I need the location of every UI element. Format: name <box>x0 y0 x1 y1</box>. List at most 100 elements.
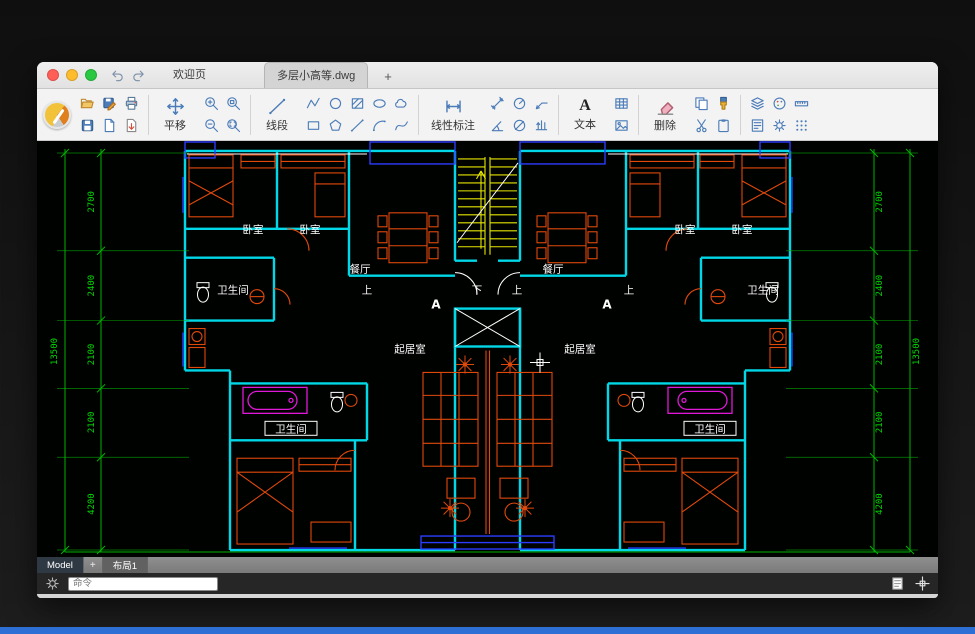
erase-label: 删除 <box>654 117 676 133</box>
zoom-button[interactable] <box>85 69 97 81</box>
dim-radius-button[interactable] <box>509 93 530 114</box>
copy-button[interactable] <box>691 93 712 114</box>
paper-icon <box>890 576 905 591</box>
paper-icon <box>890 576 905 591</box>
line-button[interactable] <box>347 115 368 136</box>
tab-drawing[interactable]: 多层小高等.dwg <box>264 62 368 88</box>
linear-dimension-button[interactable]: 线性标注 <box>425 94 481 136</box>
separator <box>638 95 639 135</box>
svg-text:卧室: 卧室 <box>243 223 264 236</box>
measure-button[interactable] <box>791 93 812 114</box>
dimension-group <box>487 93 552 136</box>
paste-button[interactable] <box>713 115 734 136</box>
open-file-button[interactable] <box>77 93 98 114</box>
hatch-icon <box>350 96 365 111</box>
line-icon <box>268 97 287 116</box>
new-file-button[interactable] <box>99 115 120 136</box>
svg-text:2400: 2400 <box>87 275 97 297</box>
tab-welcome[interactable]: 欢迎页 <box>161 62 218 87</box>
layout-tabs-bar: Model + 布局1 <box>37 557 938 573</box>
table-button[interactable] <box>611 93 632 114</box>
svg-text:上: 上 <box>512 285 522 297</box>
zoom-window-icon <box>226 96 241 111</box>
add-layout-button[interactable]: + <box>84 557 103 573</box>
cloud-button[interactable] <box>391 93 412 114</box>
minimize-button[interactable] <box>66 69 78 81</box>
circle-button[interactable] <box>325 93 346 114</box>
arc-button[interactable] <box>369 115 390 136</box>
image-button[interactable] <box>611 115 632 136</box>
export-pdf-button[interactable] <box>121 115 142 136</box>
dim-linear-icon <box>444 97 463 116</box>
app-logo <box>43 101 71 129</box>
grid-dots-button[interactable] <box>791 115 812 136</box>
line-button[interactable]: 线段 <box>257 94 297 136</box>
zoom-in-button[interactable] <box>201 93 222 114</box>
dim-angular-button[interactable] <box>487 115 508 136</box>
bottom-accent-bar <box>0 627 975 634</box>
properties-button[interactable] <box>747 115 768 136</box>
zoom-out-button[interactable] <box>201 115 222 136</box>
svg-text:2400: 2400 <box>875 275 885 297</box>
zoom-extents-button[interactable] <box>223 115 244 136</box>
hatch-button[interactable] <box>347 93 368 114</box>
erase-button[interactable]: 删除 <box>645 94 685 136</box>
save-as-button[interactable] <box>99 93 120 114</box>
settings-icon <box>772 118 787 133</box>
ellipse-button[interactable] <box>369 93 390 114</box>
annotation-group <box>611 93 632 136</box>
measure-icon <box>794 96 809 111</box>
svg-text:下: 下 <box>472 285 482 297</box>
zoom-out-icon <box>204 118 219 133</box>
cut-button[interactable] <box>691 115 712 136</box>
leader-icon <box>534 96 549 111</box>
rect-icon <box>306 118 321 133</box>
pan-label: 平移 <box>164 117 186 133</box>
crosshair-cursor <box>530 352 550 372</box>
format-brush-icon <box>716 96 731 111</box>
leader-button[interactable] <box>531 93 552 114</box>
crosshair-icon <box>915 576 930 591</box>
layers-button[interactable] <box>747 93 768 114</box>
text-button[interactable]: A 文本 <box>565 94 605 135</box>
paste-icon <box>716 118 731 133</box>
spline-button[interactable] <box>391 115 412 136</box>
settings-button[interactable] <box>45 576 60 591</box>
dim-aligned-button[interactable] <box>487 93 508 114</box>
tab-model[interactable]: Model <box>37 557 84 573</box>
svg-text:起居室: 起居室 <box>564 343 595 356</box>
separator <box>148 95 149 135</box>
polygon-button[interactable] <box>325 115 346 136</box>
svg-text:2700: 2700 <box>87 191 97 213</box>
linear-dimension-icon <box>444 97 463 116</box>
svg-text:2100: 2100 <box>87 412 97 434</box>
svg-text:2100: 2100 <box>875 344 885 366</box>
redo-icon <box>131 68 146 83</box>
tab-layout1[interactable]: 布局1 <box>103 557 148 573</box>
svg-text:卧室: 卧室 <box>732 223 753 236</box>
save-button[interactable] <box>77 115 98 136</box>
polyline-button[interactable] <box>303 93 324 114</box>
quick-dim-button[interactable] <box>531 115 552 136</box>
dim-diameter-button[interactable] <box>509 115 530 136</box>
svg-text:餐厅: 餐厅 <box>543 263 564 276</box>
drawing-canvas[interactable]: 卧室 卧室 卧室 卧室 卫生间 卫生间 卫生间 卫生间 餐厅 餐厅 起居室 起居… <box>37 141 938 557</box>
rect-button[interactable] <box>303 115 324 136</box>
new-tab-button[interactable]: + <box>380 69 396 84</box>
print-button[interactable] <box>121 93 142 114</box>
format-brush-button[interactable] <box>713 93 734 114</box>
crosshair-toggle-button[interactable] <box>915 576 930 591</box>
pan-icon <box>166 97 185 116</box>
command-input[interactable] <box>68 577 218 591</box>
svg-text:2100: 2100 <box>875 412 885 434</box>
paper-space-button[interactable] <box>890 576 905 591</box>
toolbar: 平移 线段 线性标注 A 文本 删除 <box>37 89 938 141</box>
svg-text:A: A <box>431 298 441 312</box>
settings-button[interactable] <box>769 115 790 136</box>
redo-button[interactable] <box>130 67 147 84</box>
close-button[interactable] <box>47 69 59 81</box>
zoom-window-button[interactable] <box>223 93 244 114</box>
palette-button[interactable] <box>769 93 790 114</box>
undo-button[interactable] <box>109 67 126 84</box>
pan-button[interactable]: 平移 <box>155 94 195 136</box>
